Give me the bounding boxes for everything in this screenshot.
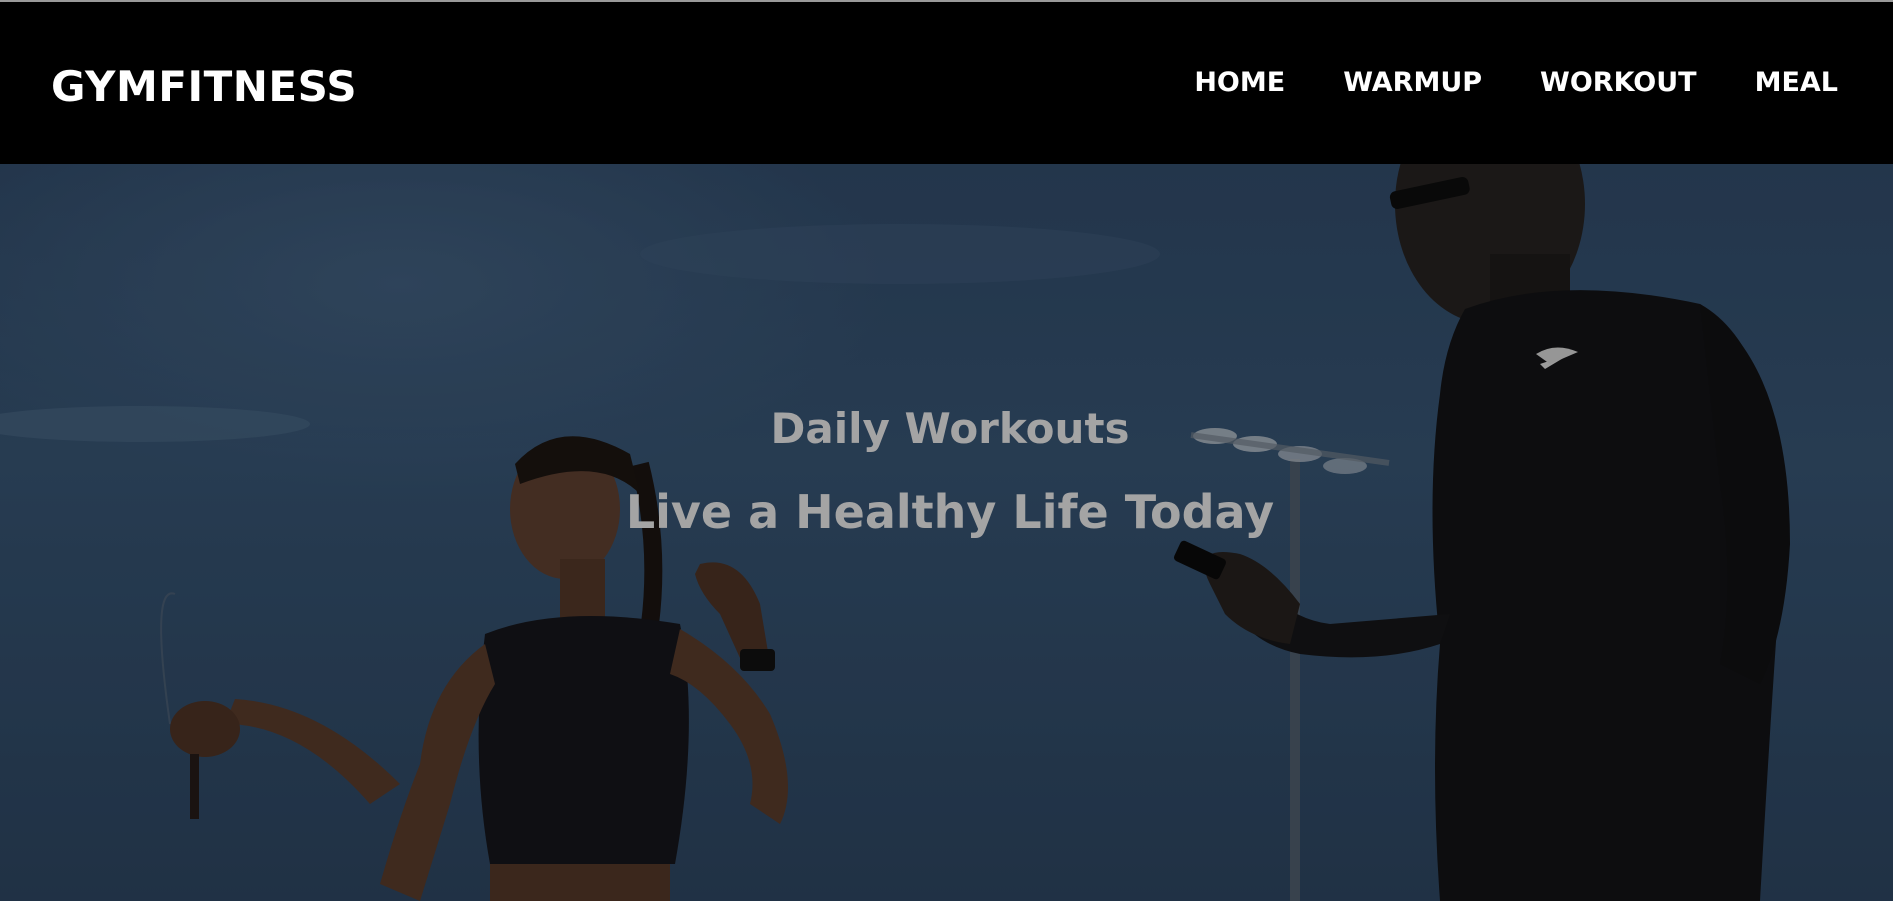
nav-meal-link[interactable]: MEAL — [1755, 66, 1838, 100]
site-logo[interactable]: GYMFITNESS — [51, 62, 357, 112]
nav-home-link[interactable]: HOME — [1194, 66, 1285, 100]
site-header: GYMFITNESS HOME WARMUP WORKOUT MEAL — [0, 2, 1893, 164]
hero-title: Live a Healthy Life Today — [625, 485, 1275, 539]
nav-workout-link[interactable]: WORKOUT — [1540, 66, 1697, 100]
nav-warmup-link[interactable]: WARMUP — [1343, 66, 1482, 100]
main-nav: HOME WARMUP WORKOUT MEAL — [1194, 66, 1838, 100]
hero-subtitle: Daily Workouts — [770, 404, 1130, 453]
hero-section: Daily Workouts Live a Healthy Life Today — [0, 164, 1893, 901]
